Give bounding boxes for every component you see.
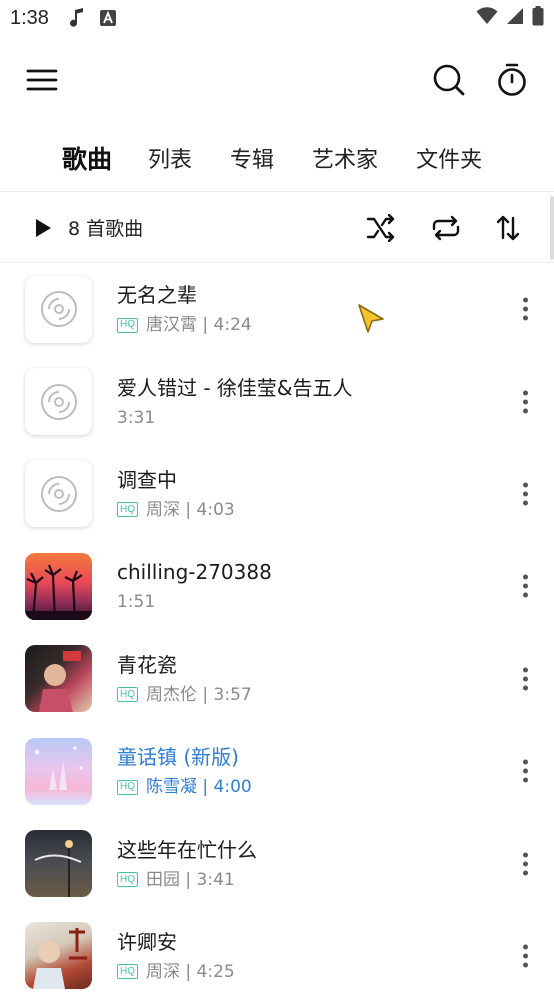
play-all-icon[interactable] <box>34 218 52 238</box>
disc-placeholder-icon <box>25 275 92 343</box>
song-title: 青花瓷 <box>117 652 177 677</box>
hq-badge: HQ <box>117 872 138 888</box>
music-note-icon <box>69 8 85 28</box>
song-row[interactable]: chilling-270388 1:51 <box>0 540 554 632</box>
hq-badge: HQ <box>117 687 138 703</box>
tab-artists[interactable]: 艺术家 <box>312 142 378 174</box>
album-cover <box>25 830 92 898</box>
more-options-icon[interactable] <box>523 297 528 321</box>
song-title: 许卿安 <box>117 929 177 954</box>
song-count[interactable]: 8 首歌曲 <box>68 214 143 241</box>
song-title: 童话镇 (新版) <box>117 745 239 770</box>
album-cover <box>25 645 92 713</box>
song-row-playing[interactable]: 童话镇 (新版) HQ 陈雪凝 | 4:00 <box>0 725 554 817</box>
list-toolbar: 8 首歌曲 <box>0 193 554 263</box>
song-meta: 田园 | 3:41 <box>146 869 235 890</box>
sort-icon[interactable] <box>496 214 520 242</box>
song-meta: 1:51 <box>117 592 156 613</box>
song-title: 这些年在忙什么 <box>117 837 257 862</box>
more-options-icon[interactable] <box>523 944 528 968</box>
more-options-icon[interactable] <box>523 852 528 876</box>
song-row[interactable]: 爱人错过 - 徐佳莹&告五人 3:31 <box>0 355 554 447</box>
category-tabs: 歌曲 列表 专辑 艺术家 文件夹 <box>0 124 554 192</box>
repeat-icon[interactable] <box>430 215 462 241</box>
disc-placeholder-icon <box>25 460 92 528</box>
song-title: 无名之辈 <box>117 283 197 308</box>
hq-badge: HQ <box>117 317 138 333</box>
tab-playlists[interactable]: 列表 <box>148 142 192 174</box>
more-options-icon[interactable] <box>523 390 528 414</box>
hq-badge: HQ <box>117 964 138 980</box>
song-title: 调查中 <box>117 467 177 492</box>
more-options-icon[interactable] <box>523 482 528 506</box>
song-list: 无名之辈 HQ 唐汉霄 | 4:24 爱人错过 - 徐佳莹&告五人 3:31 调查… <box>0 263 554 1002</box>
app-bar <box>0 36 554 124</box>
hq-badge: HQ <box>117 502 138 518</box>
disc-placeholder-icon <box>25 368 92 436</box>
song-meta: 周深 | 4:03 <box>146 499 235 520</box>
tab-songs[interactable]: 歌曲 <box>62 140 112 176</box>
menu-icon[interactable] <box>26 68 58 92</box>
tab-folders[interactable]: 文件夹 <box>416 142 482 174</box>
sleep-timer-icon[interactable] <box>496 63 528 97</box>
album-cover <box>25 922 92 990</box>
song-row[interactable]: 青花瓷 HQ 周杰伦 | 3:57 <box>0 633 554 725</box>
album-cover <box>25 737 92 805</box>
search-icon[interactable] <box>432 63 466 97</box>
song-title: 爱人错过 - 徐佳莹&告五人 <box>117 375 353 400</box>
song-meta: 陈雪凝 | 4:00 <box>146 777 252 798</box>
pointer-cursor-icon <box>356 302 386 340</box>
more-options-icon[interactable] <box>523 667 528 691</box>
song-title: chilling-270388 <box>117 560 272 585</box>
signal-icon <box>506 7 524 30</box>
wifi-icon <box>476 6 498 30</box>
album-cover <box>25 552 92 620</box>
song-row[interactable]: 这些年在忙什么 HQ 田园 | 3:41 <box>0 817 554 909</box>
song-meta: 唐汉霄 | 4:24 <box>146 315 252 336</box>
battery-icon <box>532 5 544 31</box>
tab-albums[interactable]: 专辑 <box>230 142 274 174</box>
song-meta: 3:31 <box>117 407 156 428</box>
song-row[interactable]: 调查中 HQ 周深 | 4:03 <box>0 448 554 540</box>
scrollbar-thumb[interactable] <box>550 196 554 260</box>
status-time: 1:38 <box>10 6 49 29</box>
song-meta: 周杰伦 | 3:57 <box>146 684 252 705</box>
font-app-icon <box>99 9 117 27</box>
shuffle-icon[interactable] <box>366 213 396 242</box>
song-row[interactable]: 许卿安 HQ 周深 | 4:25 <box>0 910 554 1002</box>
more-options-icon[interactable] <box>523 759 528 783</box>
hq-badge: HQ <box>117 779 138 795</box>
song-meta: 周深 | 4:25 <box>146 961 235 982</box>
more-options-icon[interactable] <box>523 574 528 598</box>
song-row[interactable]: 无名之辈 HQ 唐汉霄 | 4:24 <box>0 263 554 355</box>
status-bar: 1:38 <box>0 0 554 36</box>
